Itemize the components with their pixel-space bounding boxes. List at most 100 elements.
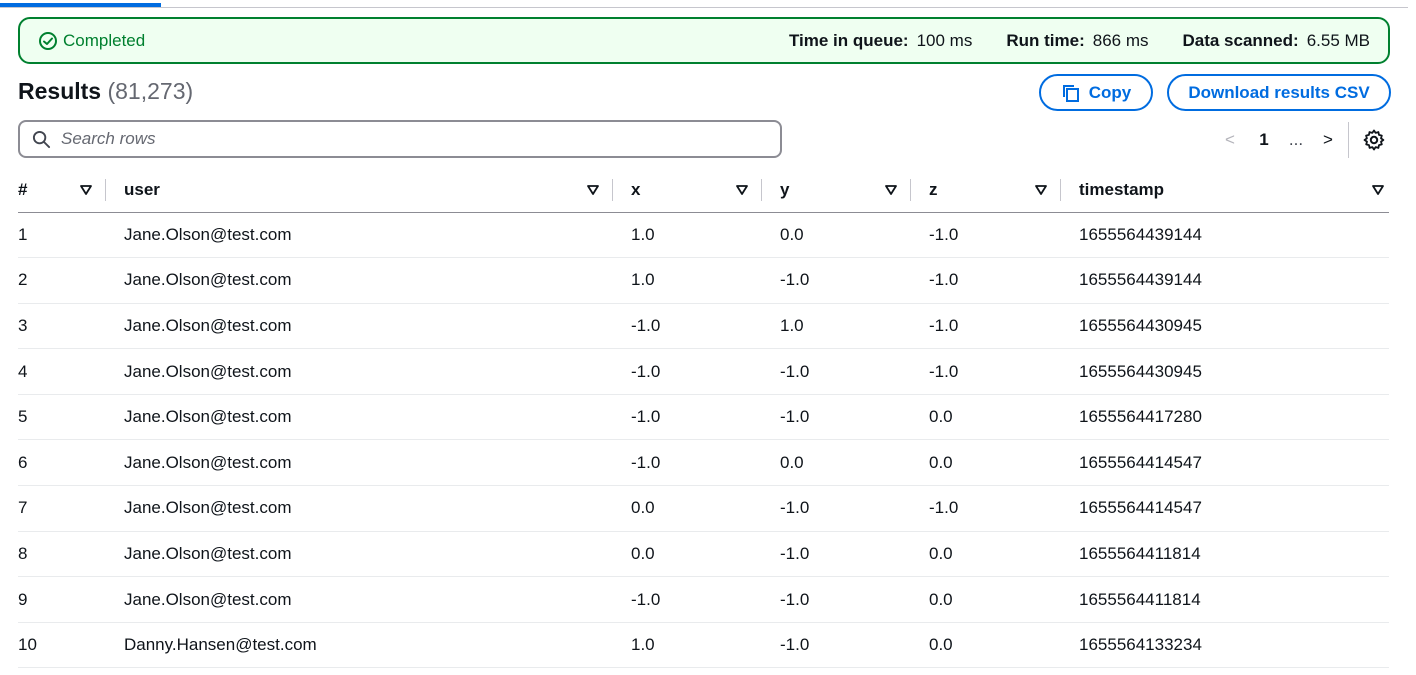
table-body: 1 Jane.Olson@test.com 1.0 0.0 -1.0 1655564439… bbox=[18, 212, 1389, 669]
results-heading: Results (81,273) bbox=[18, 78, 193, 105]
cell-user: Jane.Olson@test.com bbox=[124, 576, 631, 623]
cell-z: 0.0 bbox=[929, 622, 1079, 669]
cell-x: -1.0 bbox=[631, 439, 780, 487]
pagination: < 1 ... > bbox=[1215, 125, 1343, 155]
cell-z: 0.0 bbox=[929, 576, 1079, 623]
table-header-row: # user x y z timestamp bbox=[18, 168, 1389, 213]
cell-z: -1.0 bbox=[929, 257, 1079, 304]
cell-timestamp: 1655564430945 bbox=[1079, 303, 1389, 350]
cell-y: -1.0 bbox=[780, 394, 929, 441]
cell-user: Jane.Olson@test.com bbox=[124, 439, 631, 487]
cell-x: -1.0 bbox=[631, 348, 780, 395]
cell-index: 7 bbox=[18, 485, 124, 532]
table-row[interactable]: 1 Jane.Olson@test.com 1.0 0.0 -1.0 1655564439… bbox=[18, 212, 1389, 259]
cell-x: -1.0 bbox=[631, 394, 780, 441]
cell-timestamp: 1655564417280 bbox=[1079, 394, 1389, 441]
metric-time-in-queue: Time in queue: 100 ms bbox=[788, 30, 973, 50]
results-count: (81,273) bbox=[107, 78, 194, 104]
column-header-z[interactable]: z bbox=[929, 168, 1079, 213]
column-header-user[interactable]: user bbox=[124, 168, 631, 213]
table-row[interactable]: 2 Jane.Olson@test.com 1.0 -1.0 -1.0 165556443… bbox=[18, 257, 1389, 304]
status-label: Completed bbox=[63, 30, 146, 50]
table-row[interactable]: 3 Jane.Olson@test.com -1.0 1.0 -1.0 165556443… bbox=[18, 303, 1389, 350]
cell-user: Jane.Olson@test.com bbox=[124, 485, 631, 532]
cell-timestamp: 1655564411814 bbox=[1079, 531, 1389, 578]
cell-timestamp: 1655564414547 bbox=[1079, 485, 1389, 532]
table-row[interactable]: 8 Jane.Olson@test.com 0.0 -1.0 0.0 1655564411… bbox=[18, 531, 1389, 578]
status-metrics: Time in queue: 100 ms Run time: 866 ms Dat… bbox=[789, 31, 1370, 51]
sort-down-icon[interactable] bbox=[1034, 183, 1048, 197]
chevron-right-icon[interactable]: > bbox=[1313, 125, 1343, 155]
download-csv-button[interactable]: Download results CSV bbox=[1167, 74, 1391, 111]
cell-y: -1.0 bbox=[780, 531, 929, 578]
column-header-x[interactable]: x bbox=[631, 168, 780, 213]
cell-timestamp: 1655564414547 bbox=[1079, 439, 1389, 487]
query-status-bar: Completed Time in queue: 100 ms Run time:… bbox=[18, 17, 1390, 64]
cell-index: 1 bbox=[18, 212, 124, 259]
cell-z: -1.0 bbox=[929, 212, 1079, 259]
cell-timestamp: 1655564439144 bbox=[1079, 212, 1389, 259]
cell-y: -1.0 bbox=[780, 485, 929, 532]
cell-user: Jane.Olson@test.com bbox=[124, 531, 631, 578]
cell-user: Jane.Olson@test.com bbox=[124, 212, 631, 259]
cell-user: Jane.Olson@test.com bbox=[124, 394, 631, 441]
cell-index: 4 bbox=[18, 348, 124, 395]
cell-x: 0.0 bbox=[631, 485, 780, 532]
cell-z: -1.0 bbox=[929, 485, 1079, 532]
cell-y: -1.0 bbox=[780, 576, 929, 623]
column-divider[interactable] bbox=[612, 178, 613, 201]
cell-user: Jane.Olson@test.com bbox=[124, 257, 631, 304]
check-circle-icon bbox=[39, 31, 57, 50]
column-header-index[interactable]: # bbox=[18, 168, 124, 213]
sort-down-icon[interactable] bbox=[884, 183, 898, 197]
cell-x: 1.0 bbox=[631, 622, 780, 669]
cell-z: 0.0 bbox=[929, 439, 1079, 487]
cell-z: -1.0 bbox=[929, 303, 1079, 350]
column-header-y[interactable]: y bbox=[780, 168, 929, 213]
sort-down-icon[interactable] bbox=[586, 183, 600, 197]
table-row[interactable]: 5 Jane.Olson@test.com -1.0 -1.0 0.0 165556441… bbox=[18, 394, 1389, 441]
cell-x: 1.0 bbox=[631, 212, 780, 259]
cell-index: 9 bbox=[18, 576, 124, 623]
cell-x: -1.0 bbox=[631, 576, 780, 623]
column-divider[interactable] bbox=[1060, 178, 1061, 201]
pagination-divider bbox=[1348, 122, 1349, 158]
column-divider[interactable] bbox=[910, 178, 911, 201]
column-header-timestamp[interactable]: timestamp bbox=[1079, 168, 1389, 213]
cell-user: Jane.Olson@test.com bbox=[124, 303, 631, 350]
copy-button[interactable]: Copy bbox=[1039, 74, 1153, 111]
status-completed: Completed bbox=[38, 31, 145, 51]
sort-down-icon[interactable] bbox=[79, 183, 93, 197]
search-box[interactable] bbox=[18, 120, 782, 158]
page-ellipsis: ... bbox=[1288, 130, 1304, 149]
chevron-left-icon[interactable]: < bbox=[1215, 125, 1245, 155]
cell-y: 0.0 bbox=[780, 439, 929, 487]
download-label: Download results CSV bbox=[1188, 82, 1370, 102]
sort-down-icon[interactable] bbox=[1371, 183, 1385, 197]
cell-timestamp: 1655564133234 bbox=[1079, 622, 1389, 669]
table-row[interactable]: 6 Jane.Olson@test.com -1.0 0.0 0.0 1655564414… bbox=[18, 439, 1389, 487]
cell-timestamp: 1655564430945 bbox=[1079, 348, 1389, 395]
cell-y: 1.0 bbox=[780, 303, 929, 350]
active-tab-indicator bbox=[0, 3, 161, 7]
column-divider[interactable] bbox=[761, 178, 762, 201]
page-number[interactable]: 1 bbox=[1249, 125, 1279, 155]
cell-index: 2 bbox=[18, 257, 124, 304]
cell-index: 10 bbox=[18, 622, 124, 669]
column-divider[interactable] bbox=[105, 178, 106, 201]
cell-z: -1.0 bbox=[929, 348, 1079, 395]
table-row[interactable]: 4 Jane.Olson@test.com -1.0 -1.0 -1.0 16555644… bbox=[18, 348, 1389, 395]
cell-index: 8 bbox=[18, 531, 124, 578]
cell-user: Jane.Olson@test.com bbox=[124, 348, 631, 395]
table-row[interactable]: 7 Jane.Olson@test.com 0.0 -1.0 -1.0 165556441… bbox=[18, 485, 1389, 532]
sort-down-icon[interactable] bbox=[735, 183, 749, 197]
cell-x: 0.0 bbox=[631, 531, 780, 578]
gear-icon[interactable] bbox=[1362, 128, 1386, 152]
table-row[interactable]: 9 Jane.Olson@test.com -1.0 -1.0 0.0 165556441… bbox=[18, 576, 1389, 623]
search-input[interactable] bbox=[61, 129, 741, 149]
cell-z: 0.0 bbox=[929, 531, 1079, 578]
cell-y: 0.0 bbox=[780, 212, 929, 259]
table-row[interactable]: 10 Danny.Hansen@test.com 1.0 -1.0 0.0 1655564… bbox=[18, 622, 1389, 669]
cell-y: -1.0 bbox=[780, 348, 929, 395]
results-title: Results bbox=[18, 78, 102, 104]
